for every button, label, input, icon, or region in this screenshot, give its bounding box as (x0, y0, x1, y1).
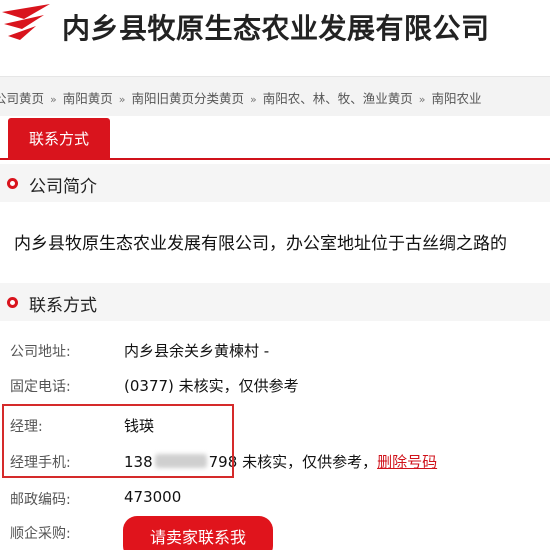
info-row-postcode: 邮政编码: 473000 (0, 482, 550, 516)
postcode-value: 473000 (124, 488, 182, 506)
breadcrumb-item-nanyang-category[interactable]: 南阳旧黄页分类黄页 (132, 88, 245, 107)
breadcrumb-item-agriculture[interactable]: 南阳农、林、牧、渔业黄页 (263, 88, 413, 107)
section-bullet-icon (7, 178, 18, 189)
company-logo-icon (2, 4, 50, 40)
contact-seller-button[interactable]: 请卖家联系我 (123, 516, 273, 550)
info-row-procurement: 顺企采购: (0, 516, 550, 550)
breadcrumb-item-nanyang-agri[interactable]: 南阳农业 (432, 88, 482, 107)
highlight-box (2, 404, 234, 478)
page-header: 内乡县牧原生态农业发展有限公司 (0, 0, 550, 58)
contact-section-header: 联系方式 (0, 283, 550, 321)
phone-label: 固定电话: (10, 379, 71, 395)
address-label: 公司地址: (10, 344, 71, 360)
breadcrumb: 公司黄页 » 南阳黄页 » 南阳旧黄页分类黄页 » 南阳农、林、牧、渔业黄页 » 南阳农业 (0, 76, 550, 116)
postcode-label: 邮政编码: (10, 492, 71, 508)
breadcrumb-separator: » (50, 93, 57, 106)
breadcrumb-separator: » (418, 93, 426, 106)
breadcrumb-item-yellow-pages[interactable]: 公司黄页 (0, 88, 44, 107)
info-row-phone: 固定电话: (0377) 未核实，仅供参考 (0, 369, 550, 403)
info-row-address: 公司地址: 内乡县余关乡黄楝村 - (0, 334, 550, 368)
procurement-label: 顺企采购: (10, 526, 71, 542)
tab-bar: 联系方式 (0, 116, 550, 160)
breadcrumb-item-nanyang[interactable]: 南阳黄页 (63, 88, 113, 107)
intro-text: 内乡县牧原生态农业发展有限公司，办公室地址位于古丝绸之路的 (14, 234, 507, 254)
breadcrumb-separator: » (118, 93, 126, 106)
phone-value: (0377) 未核实，仅供参考 (124, 377, 299, 395)
address-value: 内乡县余关乡黄楝村 - (124, 342, 270, 360)
breadcrumb-separator: » (250, 93, 257, 106)
delete-number-link[interactable]: 删除号码 (377, 453, 437, 471)
tab-contact[interactable]: 联系方式 (8, 118, 110, 160)
intro-heading: 公司简介 (29, 177, 97, 197)
intro-section-header: 公司简介 (0, 164, 550, 202)
mobile-note: 未核实，仅供参考， (242, 453, 378, 471)
section-bullet-icon (7, 297, 18, 308)
company-title: 内乡县牧原生态农业发展有限公司 (62, 12, 490, 45)
contact-heading: 联系方式 (29, 296, 97, 316)
